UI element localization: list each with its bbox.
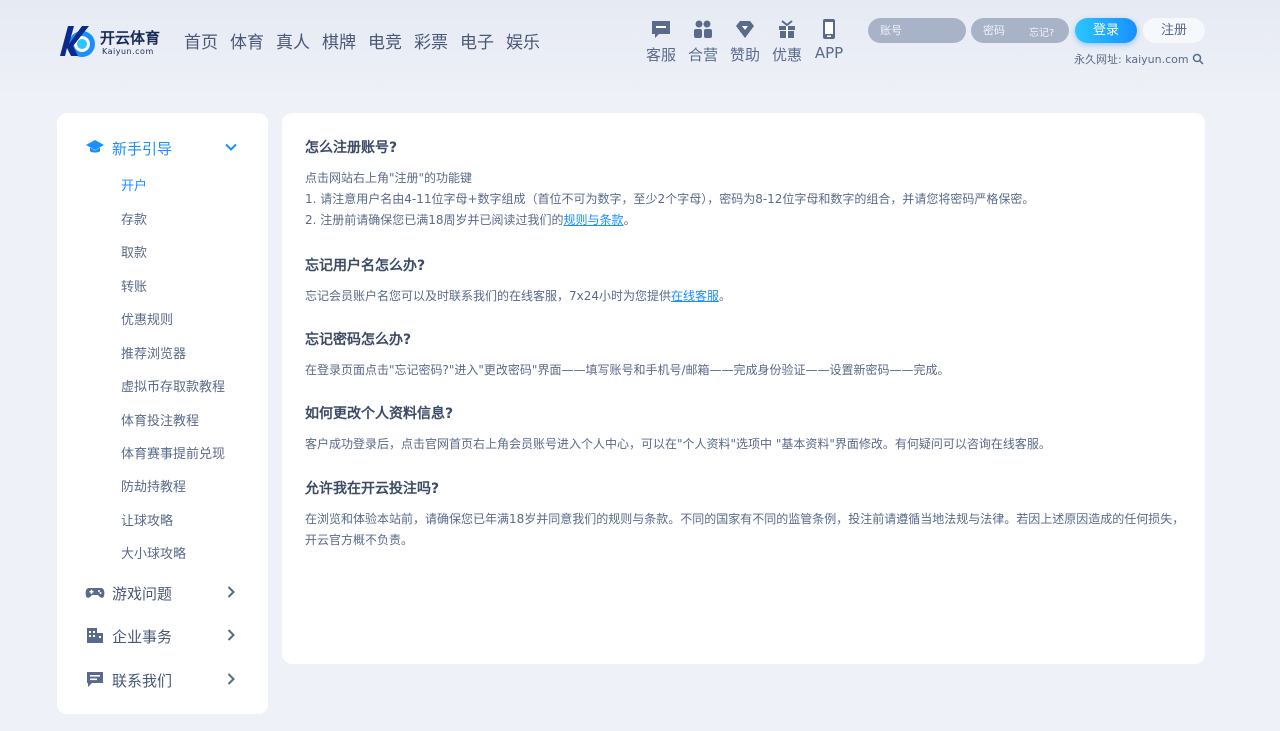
help-sidebar: 新手引导 开户 存款 取款 转账 优惠规则 推荐浏览器 虚拟币存取款教程 体育投… (57, 113, 268, 714)
faq-text: 客户成功登录后，点击官网首页右上角会员账号进入个人中心，可以在"个人资料"选项中… (305, 437, 1051, 451)
faq-eligibility: 允许我在开云投注吗? 在浏览和体验本站前，请确保您已年满18岁并同意我们的规则与… (305, 478, 1185, 551)
sidebar-item-withdraw[interactable]: 取款 (121, 242, 147, 261)
nav-entertainment[interactable]: 娱乐 (506, 28, 552, 53)
sidebar-item-over-under[interactable]: 大小球攻略 (121, 543, 186, 562)
faq-title: 如何更改个人资料信息? (305, 406, 454, 422)
message-icon (87, 672, 103, 687)
faq-text: 点击网站右上角"注册"的功能键 (305, 171, 473, 185)
register-button[interactable]: 注册 (1143, 18, 1205, 43)
nav-chess[interactable]: 棋牌 (322, 28, 368, 53)
logo-mark-icon (60, 26, 95, 57)
quick-links: 客服 合营 赞助 优惠 APP (640, 18, 850, 65)
sidebar-section-guide[interactable]: 新手引导 (85, 136, 255, 160)
chevron-right-icon (227, 673, 235, 685)
faq-text: 在浏览和体验本站前，请确保您已年满18岁并同意我们的规则与条款。不同的国家有不同… (305, 512, 1185, 547)
search-icon[interactable] (1192, 53, 1204, 65)
quick-promo[interactable]: 优惠 (766, 18, 808, 65)
sidebar-item-open-account[interactable]: 开户 (121, 175, 147, 194)
faq-forgot-username: 忘记用户名怎么办? 忘记会员账户名您可以及时联系我们的在线客服，7x24小时为您… (305, 255, 1185, 307)
login-button[interactable]: 登录 (1075, 18, 1137, 43)
nav-live[interactable]: 真人 (276, 28, 322, 53)
chevron-down-icon (225, 143, 237, 151)
faq-text: 忘记会员账户名您可以及时联系我们的在线客服，7x24小时为您提供在线客服。 (305, 289, 732, 303)
nav-home[interactable]: 首页 (184, 28, 230, 53)
top-header: 开云体育 Kaiyun.com 首页 体育 真人 棋牌 电竞 彩票 电子 娱乐 … (0, 0, 1280, 92)
gift-icon (779, 20, 795, 38)
faq-edit-profile: 如何更改个人资料信息? 客户成功登录后，点击官网首页右上角会员账号进入个人中心，… (305, 403, 1185, 455)
sidebar-item-transfer[interactable]: 转账 (121, 276, 147, 295)
sidebar-item-promo-rules[interactable]: 优惠规则 (121, 309, 173, 328)
main-nav: 首页 体育 真人 棋牌 电竞 彩票 电子 娱乐 (184, 28, 552, 53)
terms-link[interactable]: 规则与条款 (564, 213, 624, 227)
gamepad-icon (85, 588, 105, 598)
building-icon (87, 628, 103, 643)
faq-title: 忘记用户名怎么办? (305, 258, 426, 274)
brand-name: 开云体育 (100, 29, 161, 47)
faq-title: 怎么注册账号? (305, 140, 398, 156)
quick-app[interactable]: APP (808, 18, 850, 65)
sidebar-item-deposit[interactable]: 存款 (121, 209, 147, 228)
brand-logo[interactable]: 开云体育 Kaiyun.com (56, 22, 176, 60)
nav-slots[interactable]: 电子 (460, 28, 506, 53)
faq-register: 怎么注册账号? 点击网站右上角"注册"的功能键 1. 请注意用户名由4-11位字… (305, 137, 1185, 231)
chevron-right-icon (227, 586, 235, 598)
nav-esports[interactable]: 电竞 (368, 28, 414, 53)
brand-domain: Kaiyun.com (102, 47, 154, 56)
faq-forgot-password: 忘记密码怎么办? 在登录页面点击"忘记密码?"进入"更改密码"界面——填写账号和… (305, 329, 1185, 381)
account-input[interactable] (868, 18, 966, 43)
sidebar-section-business[interactable]: 企业事务 (85, 624, 255, 648)
quick-partner[interactable]: 合营 (682, 18, 724, 65)
permanent-url: 永久网址: kaiyun.com (1074, 51, 1204, 67)
nav-sports[interactable]: 体育 (230, 28, 276, 53)
faq-text: 1. 请注意用户名由4-11位字母+数字组成（首位不可为数字，至少2个字母），密… (305, 192, 1035, 206)
nav-lottery[interactable]: 彩票 (414, 28, 460, 53)
online-service-link[interactable]: 在线客服 (671, 289, 719, 303)
sidebar-section-games[interactable]: 游戏问题 (85, 581, 255, 605)
faq-title: 忘记密码怎么办? (305, 332, 412, 348)
sidebar-item-anti-hijack[interactable]: 防劫持教程 (121, 476, 186, 495)
sidebar-section-contact[interactable]: 联系我们 (85, 668, 255, 692)
partner-icon (694, 20, 712, 38)
faq-content: 怎么注册账号? 点击网站右上角"注册"的功能键 1. 请注意用户名由4-11位字… (282, 113, 1205, 664)
sidebar-item-browser[interactable]: 推荐浏览器 (121, 343, 186, 362)
sidebar-item-sports-betting[interactable]: 体育投注教程 (121, 410, 199, 429)
forgot-password-link[interactable]: 忘记? (1029, 24, 1054, 39)
password-input[interactable] (971, 18, 1026, 43)
sidebar-item-crypto[interactable]: 虚拟币存取款教程 (121, 376, 225, 395)
faq-title: 允许我在开云投注吗? (305, 481, 440, 497)
quick-sponsor[interactable]: 赞助 (724, 18, 766, 65)
password-box: 忘记? (971, 18, 1069, 43)
phone-icon (823, 19, 835, 39)
sidebar-item-handicap[interactable]: 让球攻略 (121, 510, 173, 529)
quick-service[interactable]: 客服 (640, 18, 682, 65)
faq-text: 2. 注册前请确保您已满18周岁并已阅读过我们的规则与条款。 (305, 213, 636, 227)
chevron-right-icon (227, 629, 235, 641)
chat-icon (652, 21, 670, 38)
diamond-icon (736, 21, 754, 38)
sidebar-item-cashout[interactable]: 体育赛事提前兑现 (121, 443, 225, 462)
faq-text: 在登录页面点击"忘记密码?"进入"更改密码"界面——填写账号和手机号/邮箱——完… (305, 363, 950, 377)
graduation-cap-icon (86, 140, 104, 153)
